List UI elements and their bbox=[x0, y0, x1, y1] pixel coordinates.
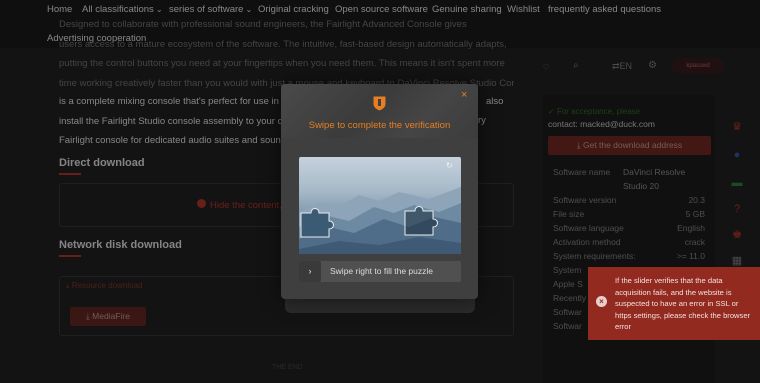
close-icon[interactable]: × bbox=[461, 89, 467, 101]
error-icon[interactable]: × bbox=[596, 296, 607, 307]
puzzle-image bbox=[299, 157, 461, 254]
slider-instruction: Swipe right to fill the puzzle bbox=[330, 266, 433, 276]
modal-shadow-tab bbox=[285, 299, 475, 313]
refresh-icon[interactable]: ↻ bbox=[446, 161, 453, 170]
chevron-right-icon: › bbox=[308, 266, 312, 276]
error-toast: × If the slider verifies that the data a… bbox=[588, 267, 760, 340]
toast-message: If the slider verifies that the data acq… bbox=[615, 276, 751, 331]
puzzle-slot bbox=[404, 206, 438, 236]
slider-handle[interactable]: › bbox=[299, 261, 321, 282]
shield-icon bbox=[373, 96, 386, 111]
dialog-title: Swipe to complete the verification bbox=[308, 120, 451, 131]
verification-slider[interactable]: › Swipe right to fill the puzzle bbox=[299, 261, 461, 282]
verification-dialog: × Swipe to complete the verification ↻ ›… bbox=[281, 84, 478, 299]
puzzle-piece[interactable] bbox=[299, 205, 335, 239]
